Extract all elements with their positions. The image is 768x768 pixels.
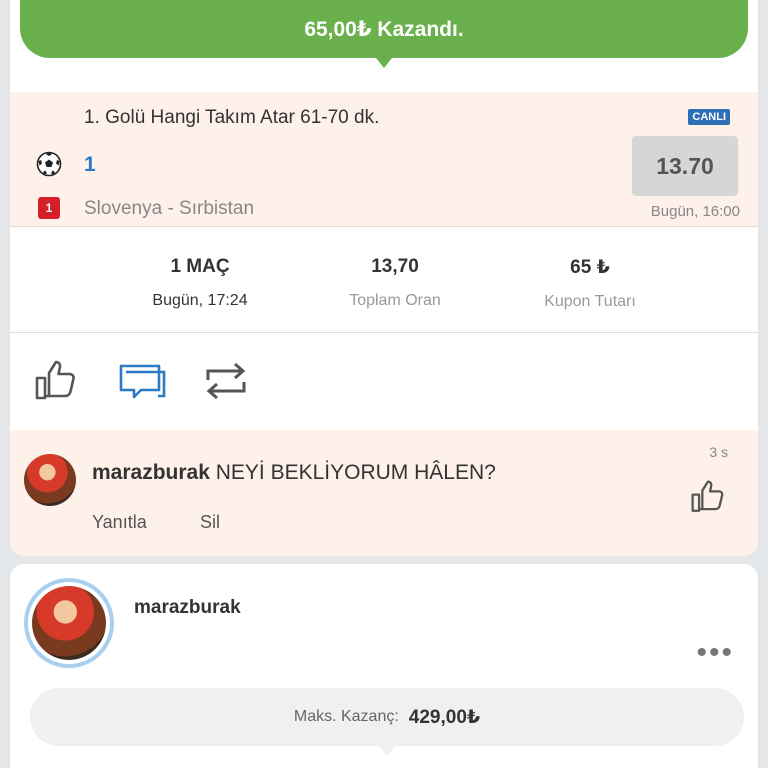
repost-icon[interactable]: [202, 360, 250, 402]
stat-label: Bugün, 17:24: [152, 292, 248, 309]
bet-selection[interactable]: 1. Golü Hangi Takım Atar 61-70 dk. CANLI…: [10, 92, 758, 226]
comment: marazburak NEYİ BEKLİYORUM HÂLEN? 3 s Ya…: [10, 430, 758, 556]
stat-stake: 65 ₺ Kupon Tutarı: [510, 256, 670, 311]
win-banner-text: 65,00₺ Kazandı.: [304, 17, 464, 41]
stat-matches: 1 MAÇ Bugün, 17:24: [120, 256, 280, 310]
odd-button[interactable]: 13.70: [632, 136, 738, 196]
max-win-value: 429,00₺: [408, 706, 481, 728]
market-name: 1. Golü Hangi Takım Atar 61-70 dk.: [84, 107, 380, 128]
comment-time: 3 s: [709, 444, 728, 460]
divider: [10, 226, 758, 227]
avatar[interactable]: [24, 454, 76, 506]
red-card-badge: 1: [38, 197, 60, 219]
delete-button[interactable]: Sil: [200, 512, 220, 533]
win-banner: 65,00₺ Kazandı.: [20, 0, 748, 68]
comment-body: NEYİ BEKLİYORUM HÂLEN?: [209, 461, 496, 484]
post-card: marazburak ••• Maks. Kazanç: 429,00₺: [10, 564, 758, 768]
bet-coupon-card: 65,00₺ Kazandı. 1. Golü Hangi Takım Atar…: [10, 0, 758, 556]
post-username[interactable]: marazburak: [134, 597, 241, 619]
stat-label: Toplam Oran: [349, 292, 441, 309]
comment-username[interactable]: marazburak: [92, 461, 210, 484]
more-options-icon[interactable]: •••: [696, 636, 734, 670]
comment-text: marazburak NEYİ BEKLİYORUM HÂLEN?: [92, 461, 496, 485]
avatar[interactable]: [24, 578, 114, 668]
odd-value: 13.70: [656, 152, 714, 179]
thumb-up-icon[interactable]: [34, 360, 78, 402]
live-badge: CANLI: [688, 109, 730, 125]
comment-icon[interactable]: [118, 360, 166, 402]
comment-like-icon[interactable]: [690, 480, 726, 514]
stat-value: 13,70: [371, 256, 419, 277]
reply-button[interactable]: Yanıtla: [92, 512, 147, 533]
stat-total-odds: 13,70 Toplam Oran: [315, 256, 475, 310]
match-time: Bugün, 16:00: [650, 203, 740, 220]
max-win-pill: Maks. Kazanç: 429,00₺: [30, 688, 744, 756]
avatar-image: [32, 586, 106, 660]
selected-pick: 1: [84, 153, 96, 176]
stat-value: 65 ₺: [570, 257, 610, 278]
max-win-label: Maks. Kazanç:: [293, 708, 399, 725]
divider: [10, 332, 758, 333]
stat-value: 1 MAÇ: [170, 256, 230, 277]
stat-label: Kupon Tutarı: [544, 293, 636, 310]
soccer-ball-icon: [36, 151, 62, 177]
match-name: Slovenya - Sırbistan: [84, 198, 255, 219]
